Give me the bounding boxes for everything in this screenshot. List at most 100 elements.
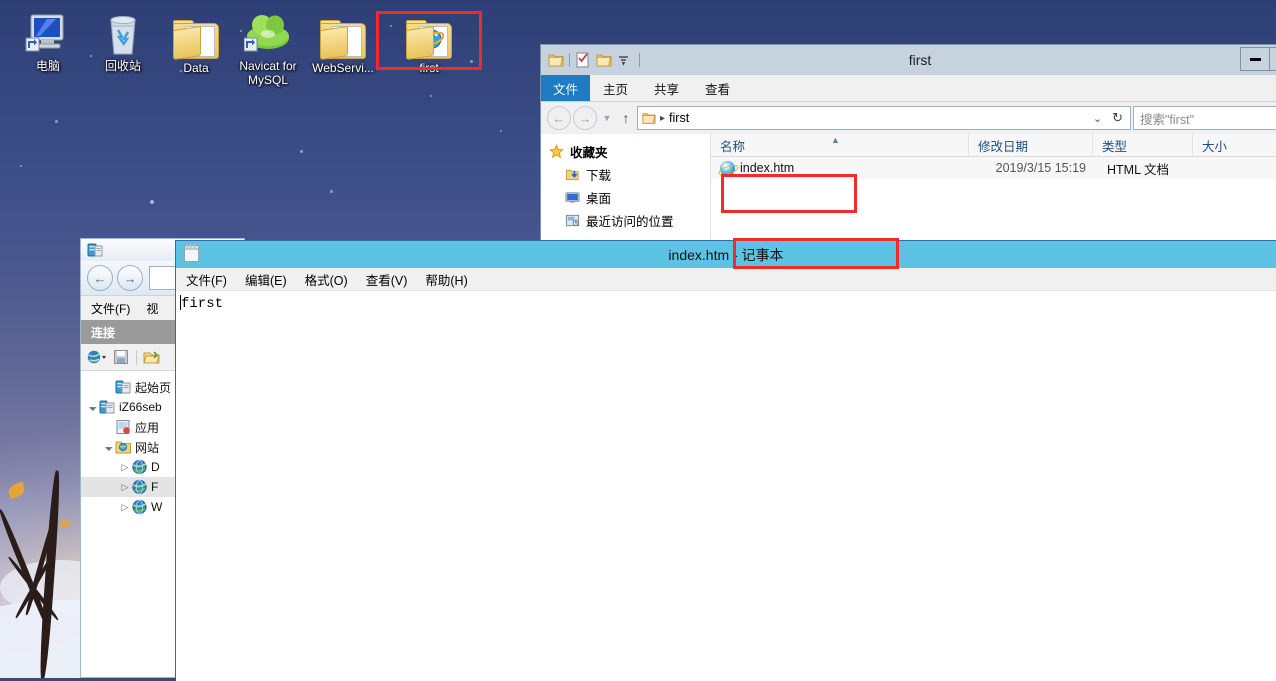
nav-pane-item[interactable]: 最近访问的位置 bbox=[541, 209, 710, 232]
notepad-text-area[interactable]: first bbox=[176, 291, 1276, 681]
column-headers[interactable]: ▲ 名称 修改日期 类型 大小 bbox=[711, 134, 1276, 157]
desktop-icon-label: WebServi... bbox=[312, 61, 374, 75]
refresh-icon[interactable]: ↻ bbox=[1112, 110, 1126, 126]
notepad-content: first bbox=[181, 296, 224, 312]
minimize-button[interactable] bbox=[1240, 47, 1269, 71]
up-button[interactable]: ↑ bbox=[617, 110, 635, 126]
iis-menu-file[interactable]: 文件(F) bbox=[91, 300, 130, 317]
file-rows[interactable]: index.htm 2019/3/15 15:19 HTML 文档 1 bbox=[711, 157, 1276, 179]
file-name-cell[interactable]: index.htm bbox=[711, 160, 969, 176]
downloads-icon bbox=[565, 167, 580, 182]
address-bar[interactable]: ← → ▼ ↑ ▸ first ⌄ ↻ 搜索"first" bbox=[541, 102, 1276, 134]
globe-icon bbox=[131, 459, 148, 475]
nav-pane-item-label: 桌面 bbox=[586, 192, 612, 206]
recent-places-icon bbox=[565, 213, 580, 228]
column-header-1[interactable]: 修改日期 bbox=[969, 134, 1093, 156]
folder-with-ie-icon bbox=[381, 8, 477, 60]
search-input[interactable]: 搜索"first" bbox=[1133, 106, 1276, 130]
ribbon-tab-2[interactable]: 共享 bbox=[641, 75, 692, 101]
expander-icon[interactable]: ◢ bbox=[102, 440, 116, 454]
explorer-body: 收藏夹下载桌面最近访问的位置 ▲ 名称 修改日期 类型 大小 index.htm 201… bbox=[541, 134, 1276, 240]
column-header-label: 修改日期 bbox=[978, 139, 1029, 154]
window-controls[interactable] bbox=[1240, 47, 1276, 71]
iis-tree-node-label: 网站 bbox=[135, 440, 160, 455]
notepad-window[interactable]: index.htm - 记事本 文件(F) 编辑(E) 格式(O) 查看(V) 帮助(H… bbox=[175, 240, 1276, 681]
ribbon-tab-label: 主页 bbox=[603, 82, 629, 97]
file-type: HTML 文档 bbox=[1107, 162, 1170, 177]
file-row[interactable]: index.htm 2019/3/15 15:19 HTML 文档 1 bbox=[711, 157, 1276, 179]
file-modified-cell: 2019/3/15 15:19 bbox=[969, 161, 1093, 175]
nav-pane-item[interactable]: 下载 bbox=[541, 163, 710, 186]
sort-ascending-icon: ▲ bbox=[831, 135, 840, 145]
iis-tree-node-label: iZ66seb bbox=[119, 400, 162, 414]
iis-tree-node-label: F bbox=[151, 480, 159, 494]
connect-globe-icon[interactable] bbox=[87, 349, 107, 365]
ie-html-file-icon bbox=[720, 160, 735, 176]
notepad-menu-item[interactable]: 编辑(E) bbox=[245, 270, 287, 289]
recent-locations-icon[interactable]: ▼ bbox=[599, 113, 615, 123]
iis-menu-view[interactable]: 视 bbox=[146, 300, 158, 317]
explorer-titlebar[interactable]: first bbox=[541, 45, 1276, 75]
nav-pane-item-label: 最近访问的位置 bbox=[586, 215, 674, 229]
notepad-menu-item[interactable]: 查看(V) bbox=[366, 270, 408, 289]
chevron-down-icon[interactable]: ⌄ bbox=[1093, 112, 1108, 125]
notepad-menu-item[interactable]: 文件(F) bbox=[186, 270, 227, 289]
iis-tree-node-label: 应用 bbox=[135, 420, 160, 435]
back-icon[interactable]: ← bbox=[87, 265, 113, 291]
expander-icon[interactable]: ◢ bbox=[86, 400, 100, 414]
column-header-label: 类型 bbox=[1102, 139, 1128, 154]
maximize-button[interactable] bbox=[1269, 47, 1276, 71]
ribbon-tab-label: 查看 bbox=[705, 82, 731, 97]
globe-icon bbox=[131, 499, 148, 515]
file-size-cell: 1 bbox=[1193, 161, 1276, 175]
nav-pane-item-label: 下载 bbox=[586, 169, 612, 183]
navigation-pane[interactable]: 收藏夹下载桌面最近访问的位置 bbox=[541, 134, 711, 240]
column-header-3[interactable]: 大小 bbox=[1193, 134, 1276, 156]
path-breadcrumb[interactable]: ▸ first ⌄ ↻ bbox=[637, 106, 1131, 130]
ribbon-tab-3[interactable]: 查看 bbox=[692, 75, 743, 101]
iis-server-icon bbox=[87, 243, 103, 257]
ribbon-tab-label: 文件 bbox=[553, 82, 579, 97]
globe-icon bbox=[131, 479, 148, 495]
ribbon-tabs[interactable]: 文件 主页 共享 查看 bbox=[541, 75, 1276, 102]
column-header-label: 名称 bbox=[720, 139, 746, 154]
file-name: index.htm bbox=[740, 161, 795, 175]
notepad-menu-item[interactable]: 帮助(H) bbox=[425, 270, 467, 289]
notepad-menu-item[interactable]: 格式(O) bbox=[305, 270, 348, 289]
notepad-titlebar[interactable]: index.htm - 记事本 bbox=[176, 241, 1276, 268]
open-folder-icon[interactable] bbox=[143, 349, 160, 365]
desktop-icon-first-folder[interactable]: first bbox=[381, 8, 477, 75]
nav-pane-item-label: 收藏夹 bbox=[570, 146, 608, 160]
ribbon-tab-label: 共享 bbox=[654, 82, 680, 97]
file-list-pane[interactable]: ▲ 名称 修改日期 类型 大小 index.htm 2019/3/15 15:19 HTM… bbox=[711, 134, 1276, 240]
nav-pane-item[interactable]: 桌面 bbox=[541, 186, 710, 209]
iis-tree-node-label: W bbox=[151, 500, 163, 514]
iis-tree-node-label: 起始页 bbox=[135, 380, 172, 395]
notepad-window-title: index.htm - 记事本 bbox=[668, 246, 784, 263]
search-placeholder: 搜索"first" bbox=[1140, 112, 1195, 127]
column-header-0[interactable]: 名称 bbox=[711, 134, 969, 156]
nav-pane-item[interactable]: 收藏夹 bbox=[541, 140, 710, 163]
desktop-icon-label: first bbox=[419, 61, 439, 75]
file-type-cell: HTML 文档 bbox=[1093, 159, 1193, 178]
desktop-icon bbox=[565, 190, 580, 205]
ribbon-tab-0[interactable]: 文件 bbox=[541, 75, 591, 101]
ribbon-tab-1[interactable]: 主页 bbox=[590, 75, 641, 101]
breadcrumb-current-folder[interactable]: first bbox=[669, 111, 689, 125]
file-explorer-window[interactable]: first 文件 主页 共享 查看 ← → ▼ ↑ ▸ first ⌄ ↻ 搜索… bbox=[540, 44, 1276, 255]
file-modified: 2019/3/15 15:19 bbox=[995, 161, 1086, 175]
forward-button[interactable]: → bbox=[573, 106, 597, 130]
breadcrumb-separator: ▸ bbox=[660, 112, 666, 124]
expander-icon[interactable]: ▷ bbox=[119, 462, 131, 473]
notepad-menubar[interactable]: 文件(F) 编辑(E) 格式(O) 查看(V) 帮助(H) bbox=[176, 268, 1276, 291]
expander-icon[interactable]: ▷ bbox=[119, 482, 131, 493]
expander-icon[interactable]: ▷ bbox=[119, 502, 131, 513]
column-header-2[interactable]: 类型 bbox=[1093, 134, 1193, 156]
forward-icon[interactable]: → bbox=[117, 265, 143, 291]
desktop-icon-webservice-folder[interactable]: WebServi... bbox=[295, 8, 391, 75]
folder-icon bbox=[642, 113, 656, 124]
back-button[interactable]: ← bbox=[547, 106, 571, 130]
star-icon bbox=[549, 144, 564, 159]
save-icon[interactable] bbox=[113, 349, 130, 365]
server-icon bbox=[99, 399, 116, 415]
